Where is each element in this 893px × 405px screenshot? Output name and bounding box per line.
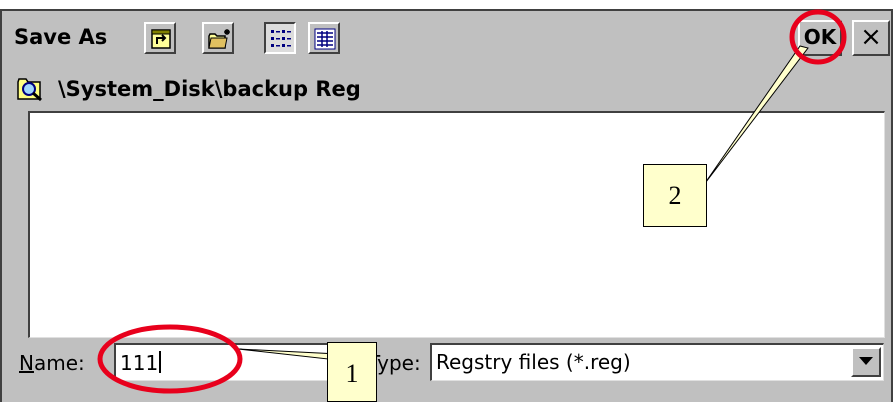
list-view-button[interactable] [264, 22, 296, 54]
file-list[interactable] [28, 111, 885, 338]
folder-search-icon [17, 78, 42, 102]
file-type-select[interactable]: Regstry files (*.reg) [430, 343, 884, 381]
close-button[interactable]: × [852, 20, 890, 56]
name-field-value: 111 [120, 351, 159, 375]
chevron-down-icon [859, 357, 873, 365]
title-bar: Save As OK × [2, 11, 891, 69]
up-folder-button[interactable] [144, 22, 176, 54]
up-folder-icon [151, 29, 171, 49]
callout-2: 2 [643, 164, 707, 227]
name-label: Name: [19, 351, 85, 375]
callout-1: 1 [327, 342, 377, 402]
name-field[interactable]: 111 [114, 343, 344, 381]
new-folder-button[interactable] [202, 22, 234, 54]
text-caret [159, 351, 162, 373]
name-label-accelerator: N [19, 351, 34, 375]
dialog-title: Save As [14, 25, 108, 49]
new-folder-icon [208, 29, 230, 49]
path-bar: \System_Disk\backup Reg [2, 69, 891, 109]
name-label-text: ame: [33, 351, 85, 375]
current-path: \System_Disk\backup Reg [58, 77, 361, 101]
file-type-dropdown-button[interactable] [851, 347, 881, 377]
save-as-dialog: Save As OK × \System_Disk\backup Reg Nam… [0, 9, 893, 402]
list-view-icon [271, 30, 291, 47]
file-type-value: Regstry files (*.reg) [436, 350, 631, 374]
details-view-icon [314, 28, 336, 50]
ok-button[interactable]: OK [798, 20, 842, 56]
details-view-button[interactable] [308, 22, 340, 54]
